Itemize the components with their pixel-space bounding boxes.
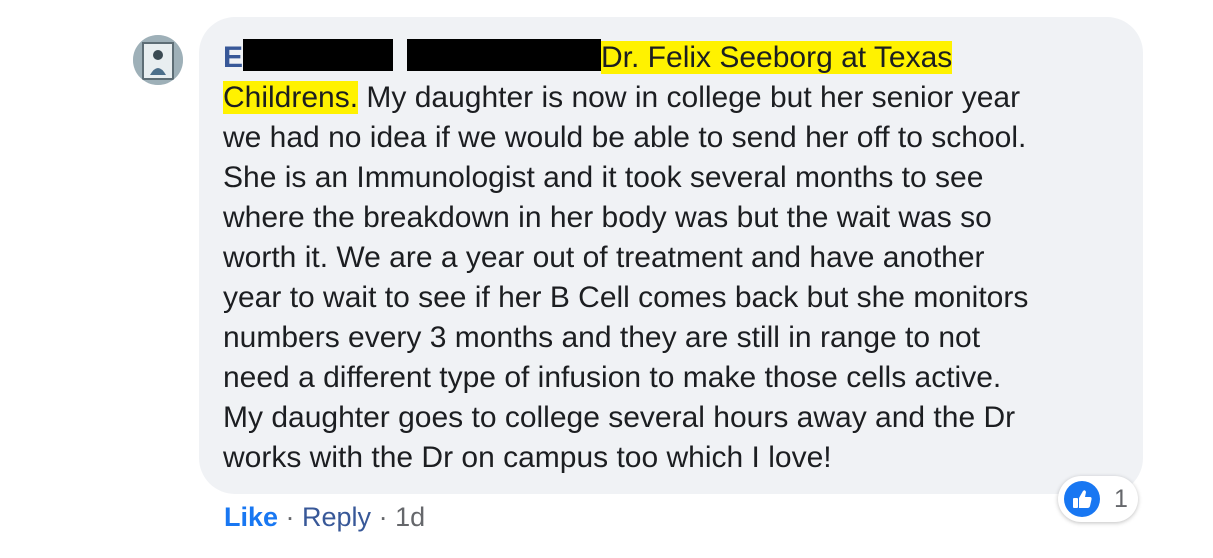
like-thumb-icon xyxy=(1064,481,1100,517)
comment-line: Childrens. My daughter is now in college… xyxy=(223,81,1021,114)
reaction-summary[interactable]: 1 xyxy=(1058,476,1138,522)
separator: · xyxy=(371,502,396,532)
highlighted-text: Childrens. xyxy=(223,81,359,114)
commenter-avatar[interactable] xyxy=(133,35,183,85)
comment-text: E Dr. Felix Seeborg at Texas Childrens. M… xyxy=(223,38,1123,478)
comment-line: year to wait to see if her B Cell comes … xyxy=(223,281,1029,314)
timestamp[interactable]: 1d xyxy=(395,502,425,532)
comment-line: worth it. We are a year out of treatment… xyxy=(223,241,985,274)
separator: · xyxy=(278,502,303,532)
comment-line: we had no idea if we would be able to se… xyxy=(223,121,1027,154)
comment-actions: Like · Reply · 1d xyxy=(224,502,425,533)
reaction-count: 1 xyxy=(1114,485,1128,513)
comment-line: need a different type of infusion to mak… xyxy=(223,361,1002,394)
highlighted-text: Dr. Felix Seeborg at Texas xyxy=(601,41,953,74)
comment-line: numbers every 3 months and they are stil… xyxy=(223,321,981,354)
comment-line: My daughter goes to college several hour… xyxy=(223,401,1016,434)
comment-line: She is an Immunologist and it took sever… xyxy=(223,161,984,194)
like-button[interactable]: Like xyxy=(224,502,278,532)
reply-button[interactable]: Reply xyxy=(302,502,371,532)
author-name-visible-initial[interactable]: E xyxy=(223,41,243,74)
avatar-photo-icon xyxy=(133,35,183,85)
comment-line: where the breakdown in her body was but … xyxy=(223,201,992,234)
comment-line: works with the Dr on campus too which I … xyxy=(223,441,832,474)
redacted-author-surname xyxy=(407,39,602,72)
redacted-author-name xyxy=(243,39,394,72)
comment-line: E Dr. Felix Seeborg at Texas xyxy=(223,38,1123,78)
